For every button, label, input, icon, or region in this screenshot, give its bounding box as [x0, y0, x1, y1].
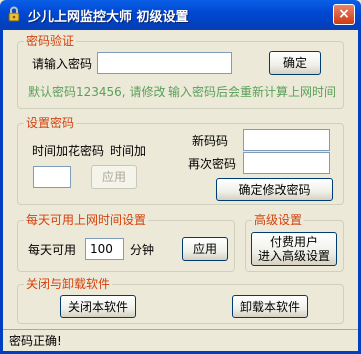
app-icon [6, 6, 22, 22]
title-bar: 少儿上网监控大师 初级设置 × [0, 0, 361, 30]
close-window-button[interactable]: × [333, 4, 355, 25]
new-password-input[interactable] [243, 129, 330, 151]
status-bar: 密码正确! [3, 329, 358, 351]
close-software-button[interactable]: 关闭本软件 [60, 295, 136, 318]
daily-time-apply-button[interactable]: 应用 [182, 237, 228, 261]
confirm-change-password-button[interactable]: 确定修改密码 [216, 178, 333, 201]
password-input[interactable] [97, 52, 232, 74]
time-add-apply-button[interactable]: 应用 [91, 165, 137, 189]
password-prompt-label: 请输入密码 [32, 57, 93, 71]
password-set-legend: 设置密码 [24, 116, 77, 130]
status-text: 密码正确! [9, 334, 62, 348]
default-password-hint: 默认密码123456, 请修改 [28, 85, 166, 99]
recalc-time-hint: 输入密码后会重新计算上网时间 [168, 85, 337, 99]
daily-prefix-label: 每天可用 [28, 243, 77, 257]
password-confirm-button[interactable]: 确定 [269, 51, 321, 75]
advanced-button-line1: 付费用户 [269, 235, 318, 249]
advanced-legend: 高级设置 [252, 213, 305, 227]
time-add-label: 时间加花密码 [32, 144, 105, 158]
close-uninstall-legend: 关闭与卸载软件 [24, 277, 113, 291]
time-add-label-2: 时间加 [110, 144, 147, 158]
advanced-button-line2: 进入高级设置 [257, 249, 330, 263]
minutes-unit-label: 分钟 [130, 243, 155, 257]
daily-minutes-input[interactable] [85, 238, 124, 260]
time-add-input[interactable] [33, 166, 71, 188]
window-title: 少儿上网监控大师 初级设置 [28, 10, 189, 25]
password-verify-legend: 密码验证 [24, 34, 77, 48]
advanced-settings-button[interactable]: 付费用户 进入高级设置 [251, 232, 337, 266]
new-password-label: 新码码 [192, 134, 229, 148]
daily-time-legend: 每天可用上网时间设置 [24, 213, 149, 227]
uninstall-software-button[interactable]: 卸载本软件 [232, 295, 308, 318]
repeat-password-label: 再次密码 [188, 157, 237, 171]
repeat-password-input[interactable] [243, 152, 330, 174]
